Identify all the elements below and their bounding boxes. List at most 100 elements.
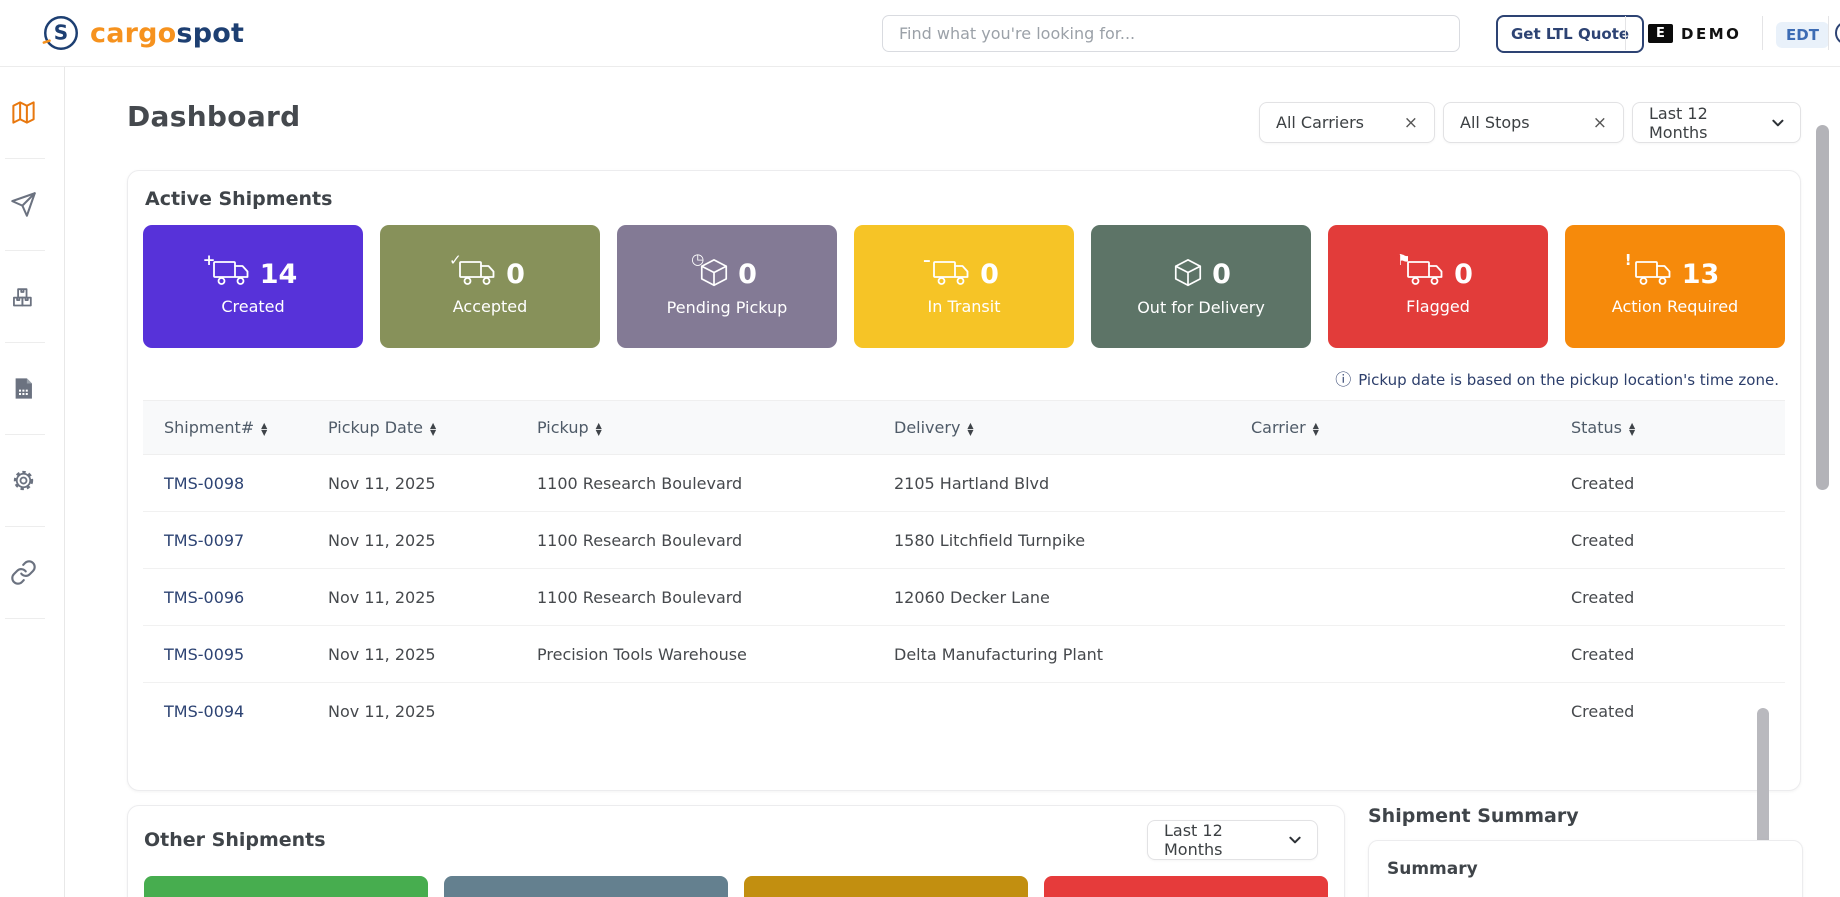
table-row: TMS-0095 Nov 11, 2025 Precision Tools Ware… (143, 626, 1785, 683)
column-header-status[interactable]: Status ▲ ▼ (1571, 418, 1785, 437)
status-count: 0 (506, 259, 525, 290)
sort-icon: ▲ ▼ (1312, 420, 1319, 437)
cell-shipment: TMS-0094 (164, 702, 328, 721)
dashboard-page: S cargospot Get LTL Quote E DEMO EDT (0, 0, 1840, 897)
shipment-link[interactable]: TMS-0096 (164, 588, 244, 607)
link-icon (11, 560, 36, 585)
status-count: 0 (1454, 259, 1473, 290)
box-delivery-icon (1171, 257, 1205, 293)
shipment-link[interactable]: TMS-0095 (164, 645, 244, 664)
page-title: Dashboard (127, 100, 301, 133)
top-header: S cargospot Get LTL Quote E DEMO EDT (0, 0, 1840, 67)
clear-carriers-icon[interactable]: × (1404, 113, 1418, 133)
column-header-pickupdate[interactable]: Pickup Date ▲ ▼ (328, 418, 537, 437)
status-card-in-transit[interactable]: – 0 In Transit (854, 225, 1074, 348)
status-card-created[interactable]: +14 Created (143, 225, 363, 348)
map-icon (12, 101, 35, 124)
info-icon: ⓘ (1335, 370, 1352, 389)
status-label: Flagged (1406, 296, 1470, 316)
cell-shipment: TMS-0096 (164, 588, 328, 607)
cell-status: Created (1571, 644, 1635, 664)
status-card-action-required[interactable]: ! 13 Action Required (1565, 225, 1785, 348)
dashboard-filters: All Carriers × All Stops × Last 12 Month… (1259, 102, 1801, 143)
column-header-carrier[interactable]: Carrier ▲ ▼ (1251, 418, 1571, 437)
active-shipments-panel: Active Shipments +14 Created ✓ 0 Accepted ◷ 0 P… (127, 170, 1801, 897)
search-input[interactable] (882, 15, 1460, 52)
truck-hand-icon-badge: ! (1624, 250, 1632, 269)
status-card-out-for-delivery[interactable]: 0 Out for Delivery (1091, 225, 1311, 348)
other-card-green[interactable] (144, 876, 428, 897)
chevron-down-icon (1289, 836, 1301, 844)
cell-delivery: 12060 Decker Lane (894, 587, 1050, 607)
filter-period-dropdown[interactable]: Last 12 Months (1632, 102, 1801, 143)
cell-status: Created (1571, 702, 1635, 721)
truck-moving-icon-badge: – (923, 250, 931, 269)
truck-check-icon (455, 258, 499, 292)
status-label: Action Required (1611, 296, 1739, 316)
cell-pickup: 1100 Research Boulevard (537, 587, 743, 607)
column-header-delivery[interactable]: Delivery ▲ ▼ (894, 418, 1251, 437)
cell-shipment: TMS-0095 (164, 645, 328, 664)
status-label: Created (221, 296, 285, 316)
sidebar-item-send[interactable] (0, 159, 64, 250)
sidebar-item-map[interactable] (0, 67, 64, 158)
filter-all-stops[interactable]: All Stops × (1443, 102, 1624, 143)
cell-status: Created (1571, 473, 1635, 493)
other-card-slate[interactable] (444, 876, 728, 897)
cell-shipment: TMS-0098 (164, 474, 328, 493)
other-shipments-panel: Other Shipments Last 12 Months (127, 805, 1345, 897)
sort-icon: ▲ ▼ (967, 420, 974, 437)
cell-status: Created (1571, 587, 1635, 607)
shipment-link[interactable]: TMS-0098 (164, 474, 244, 493)
get-ltl-quote-button[interactable]: Get LTL Quote (1496, 15, 1645, 53)
status-card-accepted[interactable]: ✓ 0 Accepted (380, 225, 600, 348)
filter-all-carriers[interactable]: All Carriers × (1259, 102, 1435, 143)
send-icon (11, 192, 36, 217)
left-sidebar (0, 67, 65, 897)
status-label: In Transit (927, 296, 1001, 316)
logo-wordmark: cargospot (90, 17, 245, 49)
timezone-badge[interactable]: EDT (1776, 22, 1829, 48)
other-card-ochre[interactable] (744, 876, 1028, 897)
sort-icon: ▲ ▼ (1628, 420, 1636, 437)
cell-pickup-date: Nov 11, 2025 (328, 530, 436, 550)
other-card-red[interactable] (1044, 876, 1328, 897)
shipment-link[interactable]: TMS-0094 (164, 702, 244, 721)
header-divider (1625, 16, 1626, 50)
truck-moving-icon (929, 258, 973, 292)
status-card-flagged[interactable]: ⚑ 0 Flagged (1328, 225, 1548, 348)
sort-icon: ▲ ▼ (261, 420, 268, 437)
sidebar-item-boxes[interactable] (0, 251, 64, 342)
sidebar-item-invoice[interactable] (0, 343, 64, 434)
sidebar-divider (5, 618, 45, 619)
svg-text:S: S (54, 21, 68, 45)
status-count: 0 (980, 259, 999, 290)
column-header-shipment[interactable]: Shipment# ▲ ▼ (164, 418, 328, 437)
page-scrollbar[interactable] (1816, 125, 1829, 490)
truck-check-icon-badge: ✓ (449, 250, 462, 269)
status-count: 0 (738, 259, 757, 290)
pickup-timezone-note: ⓘ Pickup date is based on the pickup loca… (1335, 370, 1779, 389)
shipment-link[interactable]: TMS-0097 (164, 531, 244, 550)
shipment-summary-section: Shipment Summary Summary (1368, 805, 1803, 897)
sort-icon: ▲ ▼ (429, 420, 437, 437)
status-count: 13 (1681, 259, 1720, 290)
sidebar-item-settings[interactable] (0, 435, 64, 526)
other-period-dropdown[interactable]: Last 12 Months (1147, 820, 1318, 860)
invoice-icon (15, 378, 32, 399)
cargospot-logo: S cargospot (40, 12, 244, 54)
other-shipments-title: Other Shipments (144, 829, 326, 851)
status-card-pending-pickup[interactable]: ◷ 0 Pending Pickup (617, 225, 837, 348)
truck-hand-icon (1631, 258, 1675, 292)
status-count: 0 (1212, 259, 1231, 290)
cell-pickup-date: Nov 11, 2025 (328, 644, 436, 664)
cell-pickup-date: Nov 11, 2025 (328, 473, 436, 493)
clear-stops-icon[interactable]: × (1593, 113, 1607, 133)
user-avatar[interactable] (1835, 21, 1840, 45)
column-header-pickup[interactable]: Pickup ▲ ▼ (537, 418, 894, 437)
cell-delivery: Delta Manufacturing Plant (894, 644, 1104, 664)
summary-subtitle: Summary (1387, 859, 1478, 879)
cell-pickup: Precision Tools Warehouse (537, 644, 747, 664)
cell-pickup-date: Nov 11, 2025 (328, 702, 436, 721)
sidebar-item-integrations[interactable] (0, 527, 64, 618)
